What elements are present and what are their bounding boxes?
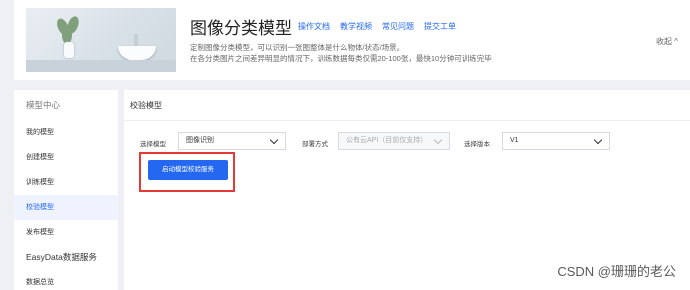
divider — [124, 120, 690, 121]
sidebar-item-train-model[interactable]: 训练模型 — [14, 170, 118, 195]
header-links: 操作文档 教学视频 常见问题 提交工单 — [298, 21, 456, 32]
hero-image — [26, 8, 176, 72]
deploy-select-value: 公有云API（目前仅支持） — [346, 137, 428, 144]
model-select-label: 选择模型 — [140, 141, 166, 148]
description-line-2: 在各分类图片之间差异明显的情况下，训练数据每类仅需20-100张，最快10分钟可… — [190, 54, 492, 63]
deploy-select-label: 部署方式 — [302, 141, 328, 148]
sidebar-item-create-model[interactable]: 创建模型 — [14, 145, 118, 170]
deploy-select: 公有云API（目前仅支持） — [338, 132, 450, 150]
main-panel: 校验模型 选择模型 图像识别 部署方式 公有云API（目前仅支持） 选择版本 V… — [124, 90, 690, 290]
watermark: CSDN @珊珊的老公 — [557, 264, 676, 279]
sink-illustration — [118, 46, 156, 60]
counter-illustration — [26, 60, 176, 72]
page-title: 图像分类模型 — [190, 19, 292, 38]
model-select[interactable]: 图像识别 — [178, 132, 286, 150]
description-line-1: 定制图像分类模型，可以识别一张图整体是什么物体/状态/场景。 — [190, 43, 405, 52]
model-description: 定制图像分类模型，可以识别一张图整体是什么物体/状态/场景。 在各分类图片之间差… — [190, 42, 492, 64]
version-select-label: 选择版本 — [464, 141, 490, 148]
sidebar: 模型中心 我的模型 创建模型 训练模型 校验模型 发布模型 EasyData数据… — [14, 90, 118, 290]
model-select-value: 图像识别 — [186, 137, 214, 144]
link-videos[interactable]: 教学视频 — [340, 21, 372, 32]
link-ticket[interactable]: 提交工单 — [424, 21, 456, 32]
sidebar-item-data-overview[interactable]: 数据总览 — [14, 270, 118, 290]
collapse-button[interactable]: 收起 ^ — [656, 36, 678, 47]
sidebar-item-validate-model[interactable]: 校验模型 — [14, 195, 118, 220]
sidebar-item-my-models[interactable]: 我的模型 — [14, 120, 118, 145]
sidebar-header-model-center: 模型中心 — [26, 100, 61, 110]
version-select[interactable]: V1 — [502, 132, 610, 150]
vase-illustration — [64, 42, 74, 58]
link-faq[interactable]: 常见问题 — [382, 21, 414, 32]
chevron-down-icon — [593, 135, 603, 145]
version-select-value: V1 — [510, 137, 519, 144]
link-docs[interactable]: 操作文档 — [298, 21, 330, 32]
sidebar-item-easydata[interactable]: EasyData数据服务 — [14, 245, 118, 270]
sidebar-item-publish-model[interactable]: 发布模型 — [14, 220, 118, 245]
model-header: 图像分类模型 操作文档 教学视频 常见问题 提交工单 定制图像分类模型，可以识别… — [14, 0, 690, 80]
panel-title: 校验模型 — [130, 101, 162, 110]
chevron-down-icon — [269, 135, 279, 145]
start-validation-button[interactable]: 启动模型校验服务 — [148, 160, 228, 180]
chevron-down-icon — [433, 135, 443, 145]
